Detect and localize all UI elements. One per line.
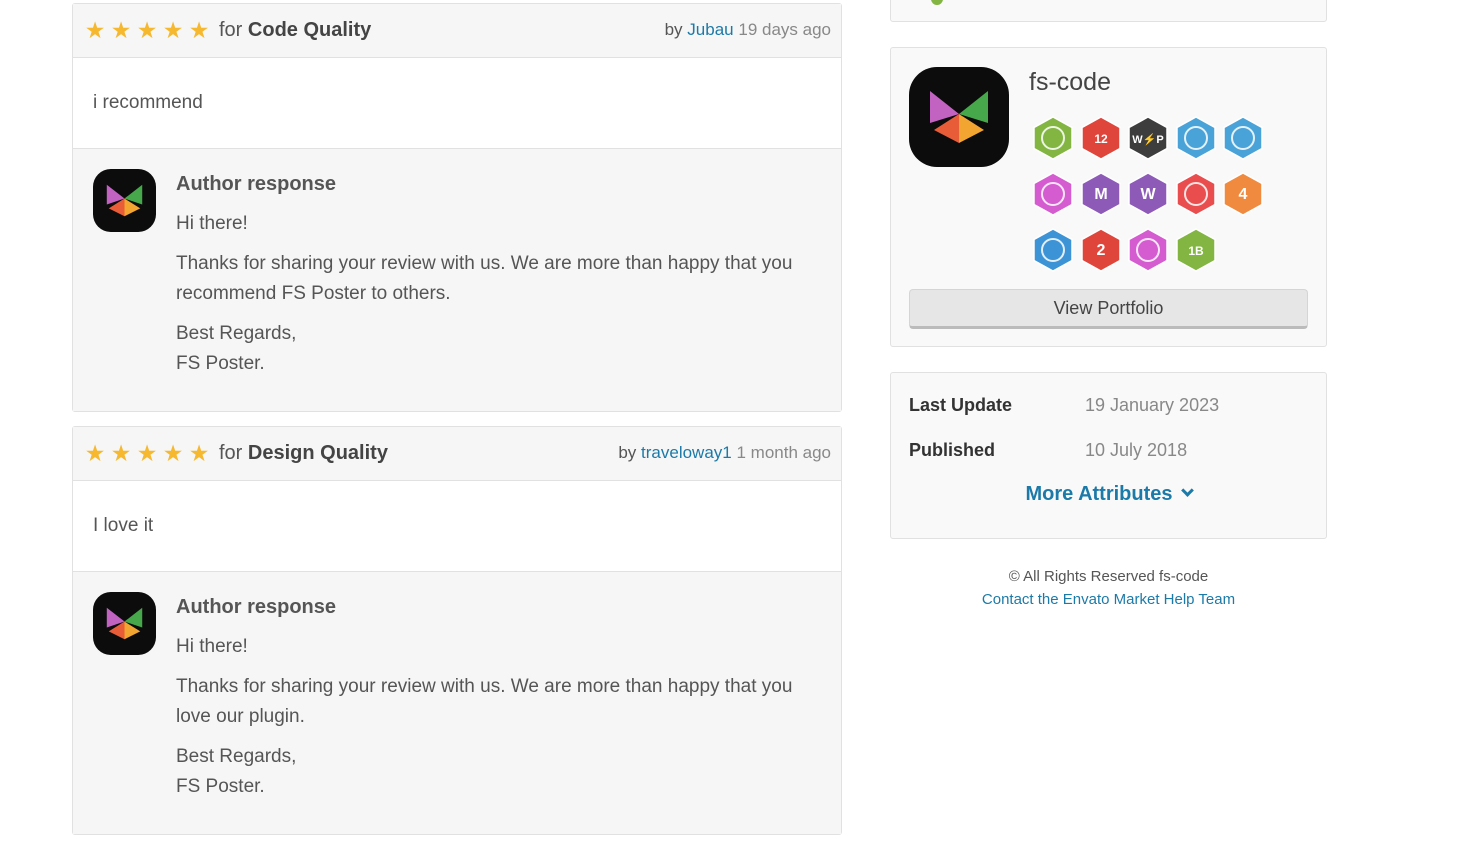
response-greeting: Hi there! bbox=[176, 213, 248, 234]
person-icon[interactable] bbox=[1174, 116, 1218, 160]
review-text: i recommend bbox=[73, 58, 841, 149]
review-category: for Code Quality bbox=[219, 19, 372, 41]
svg-text:4: 4 bbox=[1239, 186, 1248, 203]
author-name[interactable]: fs-code bbox=[1029, 68, 1111, 97]
attr-row-published: Published 10 July 2018 bbox=[909, 440, 1187, 461]
star-icon: ★ bbox=[188, 17, 210, 43]
sidebar-footer: © All Rights Reserved fs-code Contact th… bbox=[890, 565, 1327, 611]
review-header: ★ ★ ★ ★ ★ for Code Quality by Jubau 19 d… bbox=[73, 4, 841, 58]
paw-icon[interactable]: 12 bbox=[1079, 116, 1123, 160]
review-time: 1 month ago bbox=[736, 443, 831, 462]
svg-text:2: 2 bbox=[1096, 242, 1105, 259]
attr-value: 19 January 2023 bbox=[1085, 395, 1220, 415]
response-title: Author response bbox=[176, 596, 337, 618]
star-icon: ★ bbox=[110, 17, 132, 43]
response-greeting: Hi there! bbox=[176, 636, 248, 657]
attr-value: 10 July 2018 bbox=[1085, 440, 1188, 460]
rocket-m-icon[interactable]: M bbox=[1079, 172, 1123, 216]
star-icon: ★ bbox=[136, 440, 158, 466]
map-pin-icon[interactable] bbox=[1174, 172, 1218, 216]
chip-icon[interactable]: 2 bbox=[1079, 228, 1123, 272]
reviewer-link[interactable]: Jubau bbox=[687, 20, 733, 39]
star-icon: ★ bbox=[136, 17, 158, 43]
sidebar-box-cut bbox=[890, 0, 1327, 22]
more-attributes-label: More Attributes bbox=[1025, 483, 1173, 505]
author-response: Author response Hi there! Thanks for sha… bbox=[73, 149, 841, 411]
reviewer-link[interactable]: traveloway1 bbox=[641, 443, 732, 462]
author-logo[interactable] bbox=[909, 67, 1009, 167]
response-title: Author response bbox=[176, 173, 337, 195]
review-byline: by Jubau 19 days ago bbox=[664, 20, 831, 39]
review-text: I love it bbox=[73, 481, 841, 572]
chevron-down-icon bbox=[1180, 484, 1194, 497]
flame-4-icon[interactable]: 4 bbox=[1221, 172, 1265, 216]
badge-grid: 12 W⚡P M W 4 2 1B bbox=[1031, 116, 1271, 272]
bug-icon[interactable] bbox=[1031, 172, 1075, 216]
author-avatar[interactable] bbox=[93, 592, 156, 655]
author-avatar[interactable] bbox=[93, 169, 156, 232]
rocket-w-icon[interactable]: W bbox=[1126, 172, 1170, 216]
wp-lightning-icon[interactable]: W⚡P bbox=[1126, 116, 1170, 160]
svg-text:12: 12 bbox=[1094, 132, 1108, 146]
stack-icon[interactable] bbox=[1031, 116, 1075, 160]
star-icon: ★ bbox=[84, 17, 106, 43]
svg-text:W⚡P: W⚡P bbox=[1132, 133, 1163, 146]
response-message: Thanks for sharing your review with us. … bbox=[176, 253, 793, 304]
review-category: for Design Quality bbox=[219, 442, 388, 464]
star-icon: ★ bbox=[110, 440, 132, 466]
green-dot-icon bbox=[931, 0, 943, 5]
svg-text:M: M bbox=[1094, 186, 1107, 203]
attr-label: Published bbox=[909, 440, 996, 460]
response-signature: FS Poster. bbox=[176, 353, 265, 374]
bolt-icon[interactable] bbox=[1031, 228, 1075, 272]
response-regards: Best Regards, bbox=[176, 323, 297, 344]
review-byline: by traveloway1 1 month ago bbox=[618, 443, 831, 462]
view-portfolio-button[interactable]: View Portfolio bbox=[909, 289, 1308, 329]
document-icon[interactable] bbox=[1221, 116, 1265, 160]
author-response: Author response Hi there! Thanks for sha… bbox=[73, 572, 841, 834]
author-card: fs-code 12 W⚡P M W 4 2 1B View Portfolio bbox=[890, 47, 1327, 347]
page: ★ ★ ★ ★ ★ for Code Quality by Jubau 19 d… bbox=[0, 0, 1463, 848]
more-attributes-link[interactable]: More Attributes bbox=[891, 483, 1326, 506]
attr-label: Last Update bbox=[909, 395, 1013, 415]
star-icon: ★ bbox=[188, 440, 210, 466]
star-rating: ★ ★ ★ ★ ★ bbox=[83, 442, 211, 465]
response-signature: FS Poster. bbox=[176, 776, 265, 797]
response-regards: Best Regards, bbox=[176, 746, 297, 767]
attributes-card: Last Update 19 January 2023 Published 10… bbox=[890, 372, 1327, 539]
copyright-text: © All Rights Reserved fs-code bbox=[1008, 568, 1209, 585]
star-rating: ★ ★ ★ ★ ★ bbox=[83, 19, 211, 42]
leaf-1b-icon[interactable]: 1B bbox=[1174, 228, 1218, 272]
response-message: Thanks for sharing your review with us. … bbox=[176, 676, 793, 727]
review-header: ★ ★ ★ ★ ★ for Design Quality by travelow… bbox=[73, 427, 841, 481]
review-card: ★ ★ ★ ★ ★ for Design Quality by travelow… bbox=[72, 426, 842, 835]
review-card: ★ ★ ★ ★ ★ for Code Quality by Jubau 19 d… bbox=[72, 3, 842, 412]
star-icon: ★ bbox=[84, 440, 106, 466]
review-time: 19 days ago bbox=[738, 20, 831, 39]
diamond-icon[interactable] bbox=[1126, 228, 1170, 272]
svg-text:1B: 1B bbox=[1188, 244, 1204, 258]
contact-help-link[interactable]: Contact the Envato Market Help Team bbox=[982, 591, 1235, 608]
star-icon: ★ bbox=[162, 17, 184, 43]
star-icon: ★ bbox=[162, 440, 184, 466]
attr-row-last-update: Last Update 19 January 2023 bbox=[909, 395, 1219, 416]
svg-text:W: W bbox=[1140, 186, 1156, 203]
